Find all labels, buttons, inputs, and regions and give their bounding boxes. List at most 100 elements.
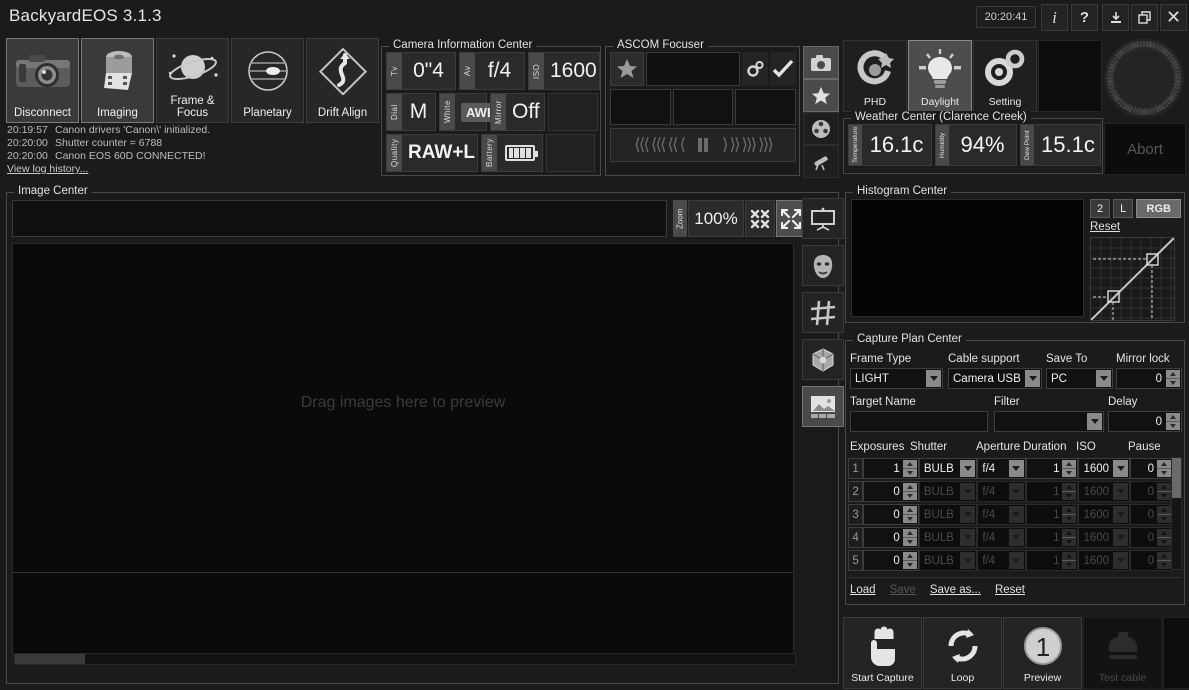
duration-stepper[interactable] — [1062, 483, 1077, 500]
reset-plan-link[interactable]: Reset — [995, 584, 1025, 596]
projector-screen-icon[interactable] — [802, 198, 844, 239]
duration-stepper[interactable] — [1062, 552, 1077, 569]
histogram-reset-link[interactable]: Reset — [1090, 221, 1120, 233]
mask-icon[interactable] — [802, 245, 844, 286]
camera-white-balance-cell[interactable]: White AWB — [439, 93, 502, 131]
chevron-down-icon[interactable] — [1096, 370, 1111, 387]
pause-stepper[interactable] — [1157, 460, 1171, 477]
delay-input[interactable]: 0 — [1108, 411, 1182, 432]
phd-button[interactable]: PHD — [843, 40, 907, 112]
zoom-value[interactable]: 100% — [688, 200, 744, 237]
mode-button-disconnect[interactable]: Disconnect — [6, 38, 79, 123]
camera-tv-cell[interactable]: Tv 0"4 — [386, 52, 456, 90]
camera-mirror-cell[interactable]: Mirror Off — [490, 93, 545, 131]
zoom-shrink-icon[interactable] — [745, 200, 775, 237]
gears-icon[interactable] — [742, 52, 768, 86]
exposures-cell[interactable]: 1 — [863, 458, 919, 479]
iso-cell[interactable]: 1600 — [1078, 458, 1131, 479]
histogram-rgb-button[interactable]: RGB — [1136, 199, 1182, 218]
pause-stepper[interactable] — [1157, 552, 1171, 569]
iso-cell[interactable]: 1600 — [1078, 527, 1131, 548]
duration-cell[interactable]: 1 — [1025, 527, 1079, 548]
shutter-cell[interactable]: BULB — [918, 550, 978, 571]
exposures-stepper[interactable] — [902, 552, 917, 569]
camera-battery-cell[interactable]: Battery — [481, 134, 543, 172]
pause-icon[interactable] — [686, 137, 720, 153]
daylight-button[interactable]: Daylight — [908, 40, 972, 112]
pause-stepper[interactable] — [1157, 529, 1171, 546]
camera-iso-cell[interactable]: ISO 1600 — [528, 52, 600, 90]
shutter-cell[interactable]: BULB — [918, 527, 978, 548]
star-icon[interactable] — [610, 52, 644, 86]
save-to-select[interactable]: PC — [1046, 368, 1113, 389]
chevron-down-icon[interactable] — [1008, 552, 1024, 569]
aperture-cell[interactable]: f/4 — [977, 481, 1026, 502]
exposures-cell[interactable]: 0 — [863, 527, 919, 548]
mode-button-drift-align[interactable]: Drift Align — [306, 38, 379, 123]
aperture-cell[interactable]: f/4 — [977, 504, 1026, 525]
chevron-down-icon[interactable] — [1113, 552, 1129, 569]
exposures-vertical-scrollbar[interactable] — [1171, 457, 1182, 570]
iso-cell[interactable]: 1600 — [1078, 550, 1131, 571]
table-row[interactable]: 1 1 BULB f/4 1 1600 0 — [848, 457, 1173, 480]
mode-button-planetary[interactable]: Planetary — [231, 38, 304, 123]
setting-button[interactable]: Setting — [973, 40, 1037, 112]
exposures-cell[interactable]: 0 — [863, 504, 919, 525]
chevron-down-icon[interactable] — [1113, 483, 1129, 500]
save-plan-as-link[interactable]: Save as... — [930, 584, 981, 596]
grid-hash-icon[interactable] — [802, 292, 844, 333]
chevron-down-icon[interactable] — [960, 529, 976, 546]
exposures-stepper[interactable] — [902, 529, 917, 546]
histogram-curve-editor[interactable] — [1090, 237, 1175, 321]
exposures-stepper[interactable] — [902, 506, 917, 523]
shutter-cell[interactable]: BULB — [918, 481, 978, 502]
chevron-down-icon[interactable] — [960, 483, 976, 500]
pause-stepper[interactable] — [1157, 483, 1171, 500]
filter-wheel-icon[interactable] — [803, 112, 839, 145]
pause-cell[interactable]: 0 — [1130, 458, 1173, 479]
duration-cell[interactable]: 1 — [1025, 504, 1079, 525]
shutter-cell[interactable]: BULB — [918, 504, 978, 525]
chevron-down-icon[interactable] — [1008, 529, 1024, 546]
exposures-stepper[interactable] — [902, 460, 917, 477]
cable-support-select[interactable]: Camera USB — [948, 368, 1042, 389]
camera-icon[interactable] — [803, 46, 839, 79]
delay-stepper[interactable] — [1166, 413, 1180, 430]
image-thumbnails-icon[interactable] — [802, 386, 844, 427]
target-name-input[interactable] — [850, 411, 988, 432]
abort-button[interactable]: Abort — [1104, 123, 1186, 175]
aperture-cell[interactable]: f/4 — [977, 550, 1026, 571]
checkmark-icon[interactable] — [770, 52, 796, 86]
mirror-lock-stepper[interactable] — [1166, 370, 1180, 387]
chevron-down-icon[interactable] — [1008, 506, 1024, 523]
focuser-position-field[interactable] — [646, 52, 740, 86]
help-button[interactable]: ? — [1071, 4, 1098, 31]
aperture-cell[interactable]: f/4 — [977, 458, 1026, 479]
mode-button-imaging[interactable]: Imaging — [81, 38, 154, 123]
camera-quality-cell[interactable]: Quality RAW+L — [386, 134, 478, 172]
histogram-luminance-button[interactable]: L — [1113, 199, 1134, 218]
image-filename-field[interactable] — [12, 200, 667, 237]
table-row[interactable]: 5 0 BULB f/4 1 1600 0 — [848, 549, 1173, 572]
close-icon[interactable]: ✕ — [1160, 4, 1187, 31]
duration-stepper[interactable] — [1062, 506, 1077, 523]
cube-3d-icon[interactable] — [802, 339, 844, 380]
duration-stepper[interactable] — [1062, 460, 1077, 477]
table-row[interactable]: 4 0 BULB f/4 1 1600 0 — [848, 526, 1173, 549]
pause-cell[interactable]: 0 — [1130, 550, 1173, 571]
chevron-down-icon[interactable] — [1113, 529, 1129, 546]
image-horizontal-scrollbar[interactable] — [14, 653, 796, 665]
pause-cell[interactable]: 0 — [1130, 504, 1173, 525]
duration-cell[interactable]: 1 — [1025, 550, 1079, 571]
loop-button[interactable]: Loop — [923, 617, 1002, 689]
shutter-cell[interactable]: BULB — [918, 458, 978, 479]
chevron-down-icon[interactable] — [1113, 506, 1129, 523]
duration-cell[interactable]: 1 — [1025, 481, 1079, 502]
chevron-down-icon[interactable] — [1087, 413, 1102, 430]
restore-window-icon[interactable] — [1131, 4, 1158, 31]
chevron-down-icon[interactable] — [1008, 483, 1024, 500]
frame-type-select[interactable]: LIGHT — [850, 368, 943, 389]
focus-in-arrows[interactable]: ⟨⟨⟨ ⟨⟨⟨ ⟨⟨ ⟨ — [634, 135, 686, 155]
focus-out-arrows[interactable]: ⟩ ⟩⟩ ⟩⟩⟩ ⟩⟩⟩ — [722, 135, 774, 155]
image-preview-canvas[interactable]: Drag images here to preview — [12, 243, 794, 656]
